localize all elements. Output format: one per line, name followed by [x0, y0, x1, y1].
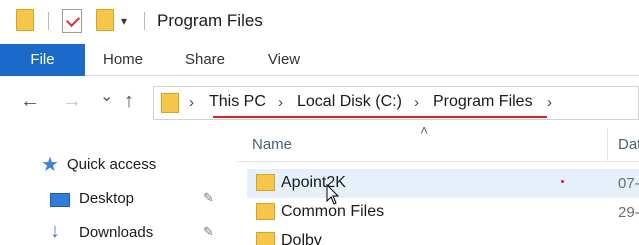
tab-view[interactable]: View [256, 44, 312, 76]
tab-home[interactable]: Home [94, 44, 152, 76]
navigation-pane: ★ Quick access Desktop ✎ ↓ Downloads ✎ [0, 128, 230, 245]
list-item[interactable]: Common Files 29- [247, 198, 639, 227]
column-divider[interactable] [607, 128, 608, 162]
title-bar: ▾ Program Files [0, 0, 639, 44]
window-title: Program Files [157, 11, 263, 30]
pin-icon[interactable]: ✎ [203, 224, 214, 240]
file-name: Dolby [281, 232, 322, 245]
breadcrumb-program-files[interactable]: Program Files [433, 93, 533, 111]
file-date: 07- [618, 175, 639, 192]
forward-button[interactable]: → [62, 90, 82, 113]
column-date-modified[interactable]: Dat [618, 136, 639, 153]
tab-file[interactable]: File [0, 44, 85, 76]
new-folder-icon[interactable] [96, 9, 114, 31]
breadcrumb-local-disk[interactable]: Local Disk (C:) [297, 93, 402, 111]
separator [144, 12, 145, 30]
file-date: 29- [618, 204, 639, 221]
chevron-right-icon[interactable]: › [278, 94, 283, 111]
separator [48, 12, 49, 30]
column-name[interactable]: Name [252, 136, 292, 153]
address-row: ← → ⌄ ↑ › This PC › Local Disk (C:) › Pr… [0, 76, 639, 128]
list-item[interactable]: Dolby [247, 227, 639, 245]
star-icon: ★ [41, 154, 59, 176]
properties-icon[interactable] [62, 9, 82, 33]
file-list: Apoint2K 07- Common Files 29- Dolby [237, 162, 639, 245]
annotation-dot [561, 180, 564, 183]
customize-toolbar-dropdown[interactable]: ▾ [121, 14, 127, 28]
nav-item-desktop[interactable]: Desktop ✎ [0, 184, 230, 214]
tab-share[interactable]: Share [176, 44, 234, 76]
folder-icon [256, 203, 275, 220]
desktop-icon [50, 193, 70, 207]
annotation-underline [213, 116, 547, 118]
folder-icon [256, 232, 275, 245]
list-item[interactable]: Apoint2K 07- [247, 169, 639, 198]
address-bar[interactable]: › This PC › Local Disk (C:) › Program Fi… [153, 86, 639, 120]
folder-icon [161, 93, 179, 113]
folder-icon[interactable] [16, 9, 34, 31]
folder-icon [256, 174, 275, 191]
download-icon: ↓ [50, 220, 60, 242]
column-header: ˄ Name Dat [237, 122, 639, 162]
chevron-right-icon[interactable]: › [547, 94, 552, 111]
nav-item-downloads[interactable]: ↓ Downloads ✎ [0, 218, 230, 245]
chevron-right-icon[interactable]: › [414, 94, 419, 111]
nav-item-label: Quick access [67, 156, 157, 173]
up-button[interactable]: ↑ [124, 90, 134, 113]
recent-locations-button[interactable]: ⌄ [100, 86, 113, 106]
back-button[interactable]: ← [20, 90, 40, 113]
mouse-cursor-icon [326, 184, 340, 205]
pin-icon[interactable]: ✎ [203, 190, 214, 206]
nav-item-label: Downloads [79, 224, 154, 241]
breadcrumb-this-pc[interactable]: This PC [209, 93, 266, 111]
nav-item-quick-access[interactable]: ★ Quick access [0, 150, 230, 180]
nav-item-label: Desktop [79, 190, 135, 207]
chevron-right-icon[interactable]: › [189, 94, 194, 111]
sort-ascending-icon: ˄ [420, 122, 429, 138]
ribbon-tabs: File Home Share View [0, 44, 639, 76]
